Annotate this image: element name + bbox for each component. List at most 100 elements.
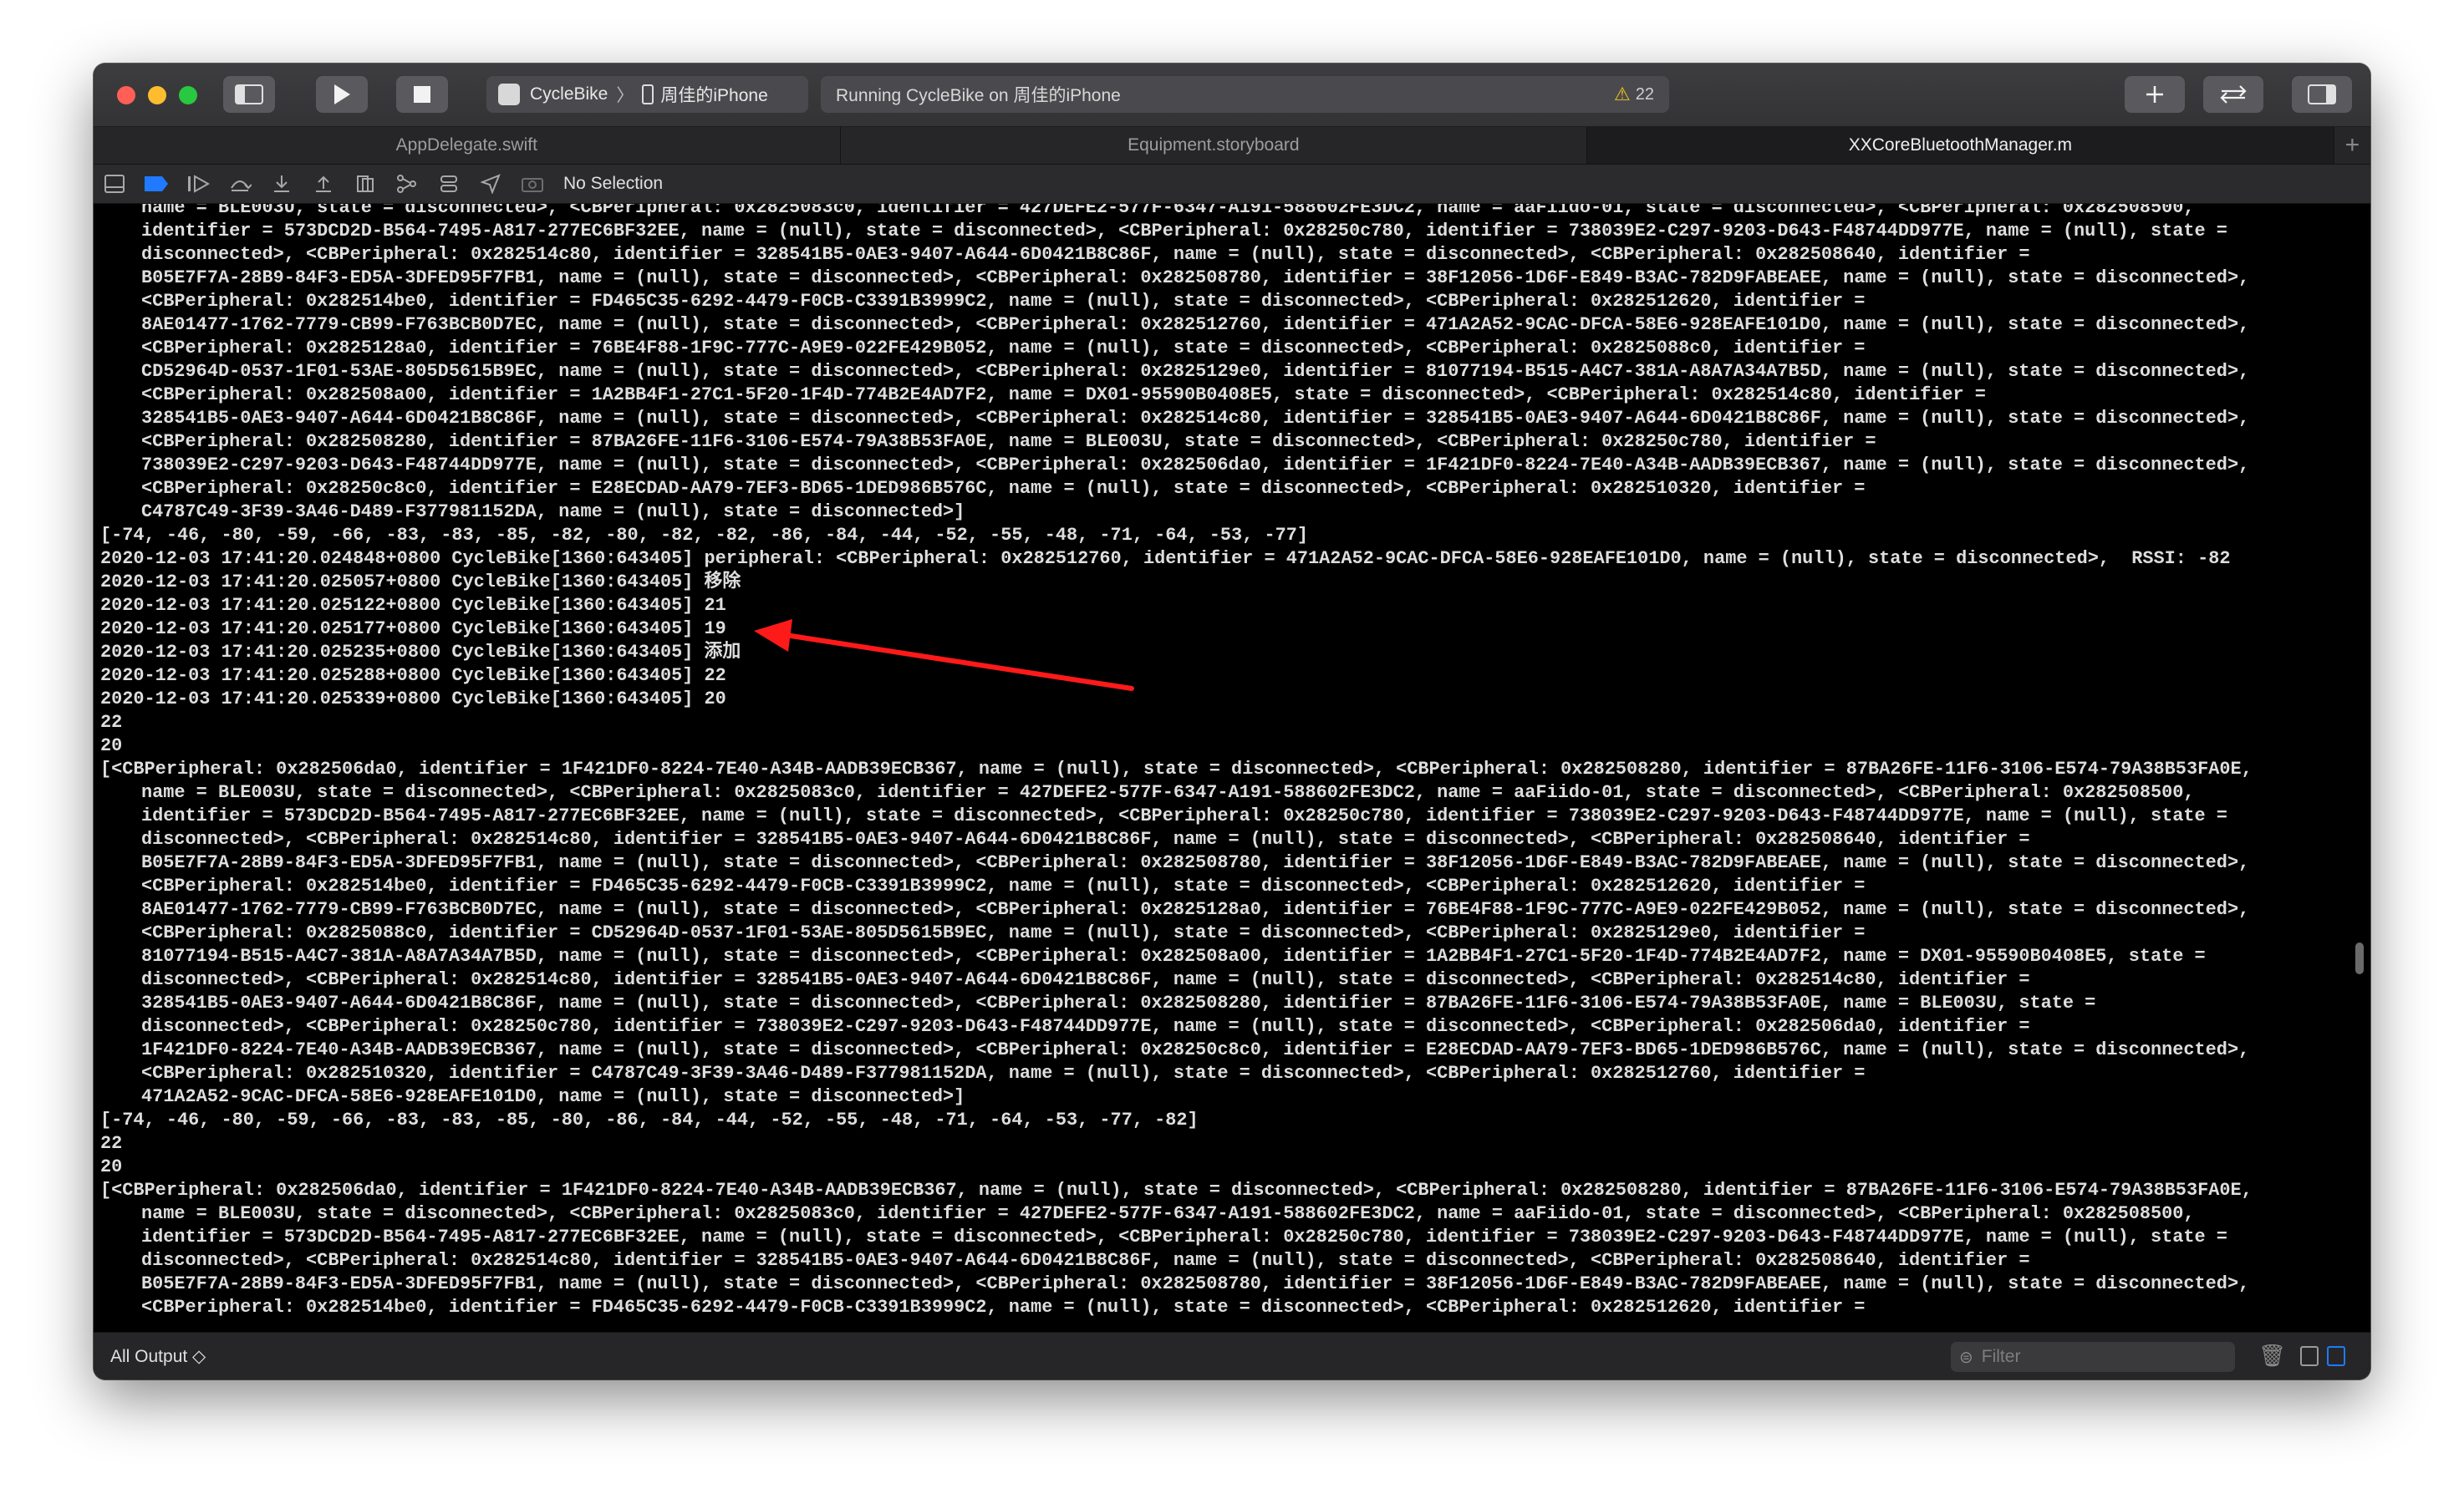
trash-icon[interactable]: 🗑 bbox=[2258, 1343, 2286, 1369]
console-line: 81077194-B515-A4C7-381A-A8A7A34A7B5D, na… bbox=[141, 946, 2206, 967]
inspector-toggle-button[interactable] bbox=[2292, 76, 2352, 113]
navigator-toggle-button[interactable] bbox=[223, 76, 275, 113]
filter-field[interactable]: ⊜ Filter bbox=[1951, 1342, 2235, 1372]
console-line: <CBPeripheral: 0x282514be0, identifier =… bbox=[141, 876, 1866, 897]
step-out-button[interactable] bbox=[303, 165, 344, 203]
console-line: <CBPeripheral: 0x282514be0, identifier =… bbox=[141, 1297, 1866, 1318]
activity-status: Running CycleBike on 周佳的iPhone ⚠ 22 bbox=[821, 76, 1669, 113]
console-line: name = BLE003U, state = disconnected>, <… bbox=[141, 782, 2195, 803]
memory-graph-icon bbox=[397, 175, 416, 193]
console-line: 2020-12-03 17:41:20.024848+0800 CycleBik… bbox=[100, 548, 2231, 569]
breakpoints-icon bbox=[145, 176, 168, 191]
console-line: 2020-12-03 17:41:20.025339+0800 CycleBik… bbox=[100, 688, 726, 709]
console-line: <CBPeripheral: 0x28250c8c0, identifier =… bbox=[141, 478, 1866, 499]
console-line: <CBPeripheral: 0x282508280, identifier =… bbox=[141, 431, 1876, 452]
console-line: B05E7F7A-28B9-84F3-ED5A-3DFED95F7FB1, na… bbox=[141, 1273, 2250, 1294]
console-line: 22 bbox=[100, 712, 123, 733]
console-line: disconnected>, <CBPeripheral: 0x282514c8… bbox=[141, 969, 2030, 990]
toolbar: CycleBike 〉 周佳的iPhone Running CycleBike … bbox=[94, 64, 2370, 127]
console-lines: name = BLE003U, state = disconnected>, <… bbox=[94, 204, 2253, 1319]
hide-console-button[interactable] bbox=[94, 165, 135, 203]
console-line: 8AE01477-1762-7779-CB99-F763BCB0D7EC, na… bbox=[141, 314, 2250, 335]
step-over-button[interactable] bbox=[219, 165, 261, 203]
plus-icon bbox=[2146, 86, 2163, 103]
console-scrollbar[interactable] bbox=[2355, 943, 2364, 974]
console-line: name = BLE003U, state = disconnected>, <… bbox=[141, 204, 2195, 218]
filter-icon: ⊜ bbox=[1959, 1348, 1973, 1367]
console-line: disconnected>, <CBPeripheral: 0x282514c8… bbox=[141, 829, 2030, 850]
step-into-button[interactable] bbox=[261, 165, 303, 203]
console-bottom-bar: All Output ◇ ⊜ Filter 🗑 bbox=[94, 1332, 2370, 1380]
run-button[interactable] bbox=[316, 76, 368, 113]
console-line: identifier = 573DCD2D-B564-7495-A817-277… bbox=[141, 1227, 2227, 1247]
debug-console-output[interactable]: name = BLE003U, state = disconnected>, <… bbox=[94, 204, 2350, 1332]
view-hierarchy-icon bbox=[357, 175, 374, 192]
console-line: 1F421DF0-8224-7E40-A34B-AADB39ECB367, na… bbox=[141, 1039, 2250, 1060]
split-right-icon[interactable] bbox=[2327, 1346, 2345, 1366]
environment-icon bbox=[440, 175, 457, 192]
chevron-right-icon: 〉 bbox=[616, 86, 634, 105]
environment-overrides-button[interactable] bbox=[428, 165, 470, 203]
tab-corebluetooth-manager[interactable]: XXCoreBluetoothManager.m bbox=[1587, 127, 2334, 164]
scheme-selector[interactable]: CycleBike 〉 周佳的iPhone bbox=[486, 76, 808, 113]
sidebar-toggle-icon bbox=[235, 84, 263, 104]
xcode-window: CycleBike 〉 周佳的iPhone Running CycleBike … bbox=[94, 64, 2370, 1380]
zoom-window-button[interactable] bbox=[179, 86, 197, 104]
console-line: <CBPeripheral: 0x282508a00, identifier =… bbox=[141, 384, 1986, 405]
warning-icon: ⚠ bbox=[1614, 84, 1631, 104]
console-line: 2020-12-03 17:41:20.025177+0800 CycleBik… bbox=[100, 618, 726, 639]
console-line: B05E7F7A-28B9-84F3-ED5A-3DFED95F7FB1, na… bbox=[141, 267, 2250, 288]
console-line: <CBPeripheral: 0x282514be0, identifier =… bbox=[141, 291, 1866, 312]
debug-bar: No Selection bbox=[94, 165, 2370, 204]
editor-tab-bar: AppDelegate.swift Equipment.storyboard X… bbox=[94, 127, 2370, 165]
console-line: disconnected>, <CBPeripheral: 0x28250c78… bbox=[141, 1016, 2030, 1037]
console-line: 2020-12-03 17:41:20.025057+0800 CycleBik… bbox=[100, 572, 741, 592]
scheme-device-name: 周佳的iPhone bbox=[660, 86, 768, 105]
console-line: identifier = 573DCD2D-B564-7495-A817-277… bbox=[141, 805, 2227, 826]
library-button[interactable] bbox=[2125, 76, 2185, 113]
console-line: identifier = 573DCD2D-B564-7495-A817-277… bbox=[141, 221, 2227, 241]
console-line: [<CBPeripheral: 0x282506da0, identifier … bbox=[100, 759, 2253, 780]
console-line: CD52964D-0537-1F01-53AE-805D5615B9EC, na… bbox=[141, 361, 2250, 382]
console-line: 328541B5-0AE3-9407-A644-6D0421B8C86F, na… bbox=[141, 993, 2096, 1014]
memory-graph-button[interactable] bbox=[386, 165, 428, 203]
console-line: [<CBPeripheral: 0x282506da0, identifier … bbox=[100, 1180, 2253, 1201]
add-tab-button[interactable]: + bbox=[2334, 127, 2370, 164]
console-line: 20 bbox=[100, 735, 123, 756]
location-icon bbox=[481, 174, 501, 194]
console-line: 2020-12-03 17:41:20.025122+0800 CycleBik… bbox=[100, 595, 726, 616]
inspector-toggle-icon bbox=[2308, 84, 2336, 104]
step-out-icon bbox=[316, 175, 331, 192]
swap-icon bbox=[2220, 85, 2247, 104]
console-line: 22 bbox=[100, 1133, 123, 1154]
warnings-badge[interactable]: ⚠ 22 bbox=[1614, 84, 1654, 105]
close-window-button[interactable] bbox=[117, 86, 135, 104]
step-over-icon bbox=[231, 180, 252, 191]
console-line: 2020-12-03 17:41:20.025235+0800 CycleBik… bbox=[100, 642, 741, 663]
simulate-location-button[interactable] bbox=[470, 165, 512, 203]
minimize-window-button[interactable] bbox=[148, 86, 166, 104]
stop-button[interactable] bbox=[396, 76, 448, 113]
stop-icon bbox=[414, 86, 430, 103]
scheme-app-name: CycleBike bbox=[530, 84, 608, 104]
console-line: <CBPeripheral: 0x282510320, identifier =… bbox=[141, 1063, 1866, 1084]
console-line: [-74, -46, -80, -59, -66, -83, -83, -85,… bbox=[100, 525, 1309, 546]
camera-icon bbox=[522, 178, 543, 192]
status-text: Running CycleBike on 周佳的iPhone bbox=[836, 86, 1121, 105]
view-hierarchy-button[interactable] bbox=[344, 165, 386, 203]
console-line: disconnected>, <CBPeripheral: 0x282514c8… bbox=[141, 244, 2030, 265]
tab-appdelegate[interactable]: AppDelegate.swift bbox=[94, 127, 841, 164]
iphone-icon bbox=[642, 84, 654, 104]
console-line: name = BLE003U, state = disconnected>, <… bbox=[141, 1203, 2195, 1224]
code-review-button[interactable] bbox=[2203, 76, 2263, 113]
output-selector[interactable]: All Output ◇ bbox=[110, 1346, 206, 1367]
console-line: 738039E2-C297-9203-D643-F48744DD977E, na… bbox=[141, 455, 2250, 475]
console-line: disconnected>, <CBPeripheral: 0x282514c8… bbox=[141, 1250, 2030, 1271]
capture-button[interactable] bbox=[512, 165, 553, 203]
tab-equipment-storyboard[interactable]: Equipment.storyboard bbox=[841, 127, 1588, 164]
split-left-icon[interactable] bbox=[2300, 1346, 2319, 1366]
plus-icon: + bbox=[2344, 131, 2360, 159]
continue-button[interactable] bbox=[177, 165, 219, 203]
breakpoints-toggle-button[interactable] bbox=[135, 165, 177, 203]
console-line: C4787C49-3F39-3A46-D489-F377981152DA, na… bbox=[141, 501, 965, 522]
